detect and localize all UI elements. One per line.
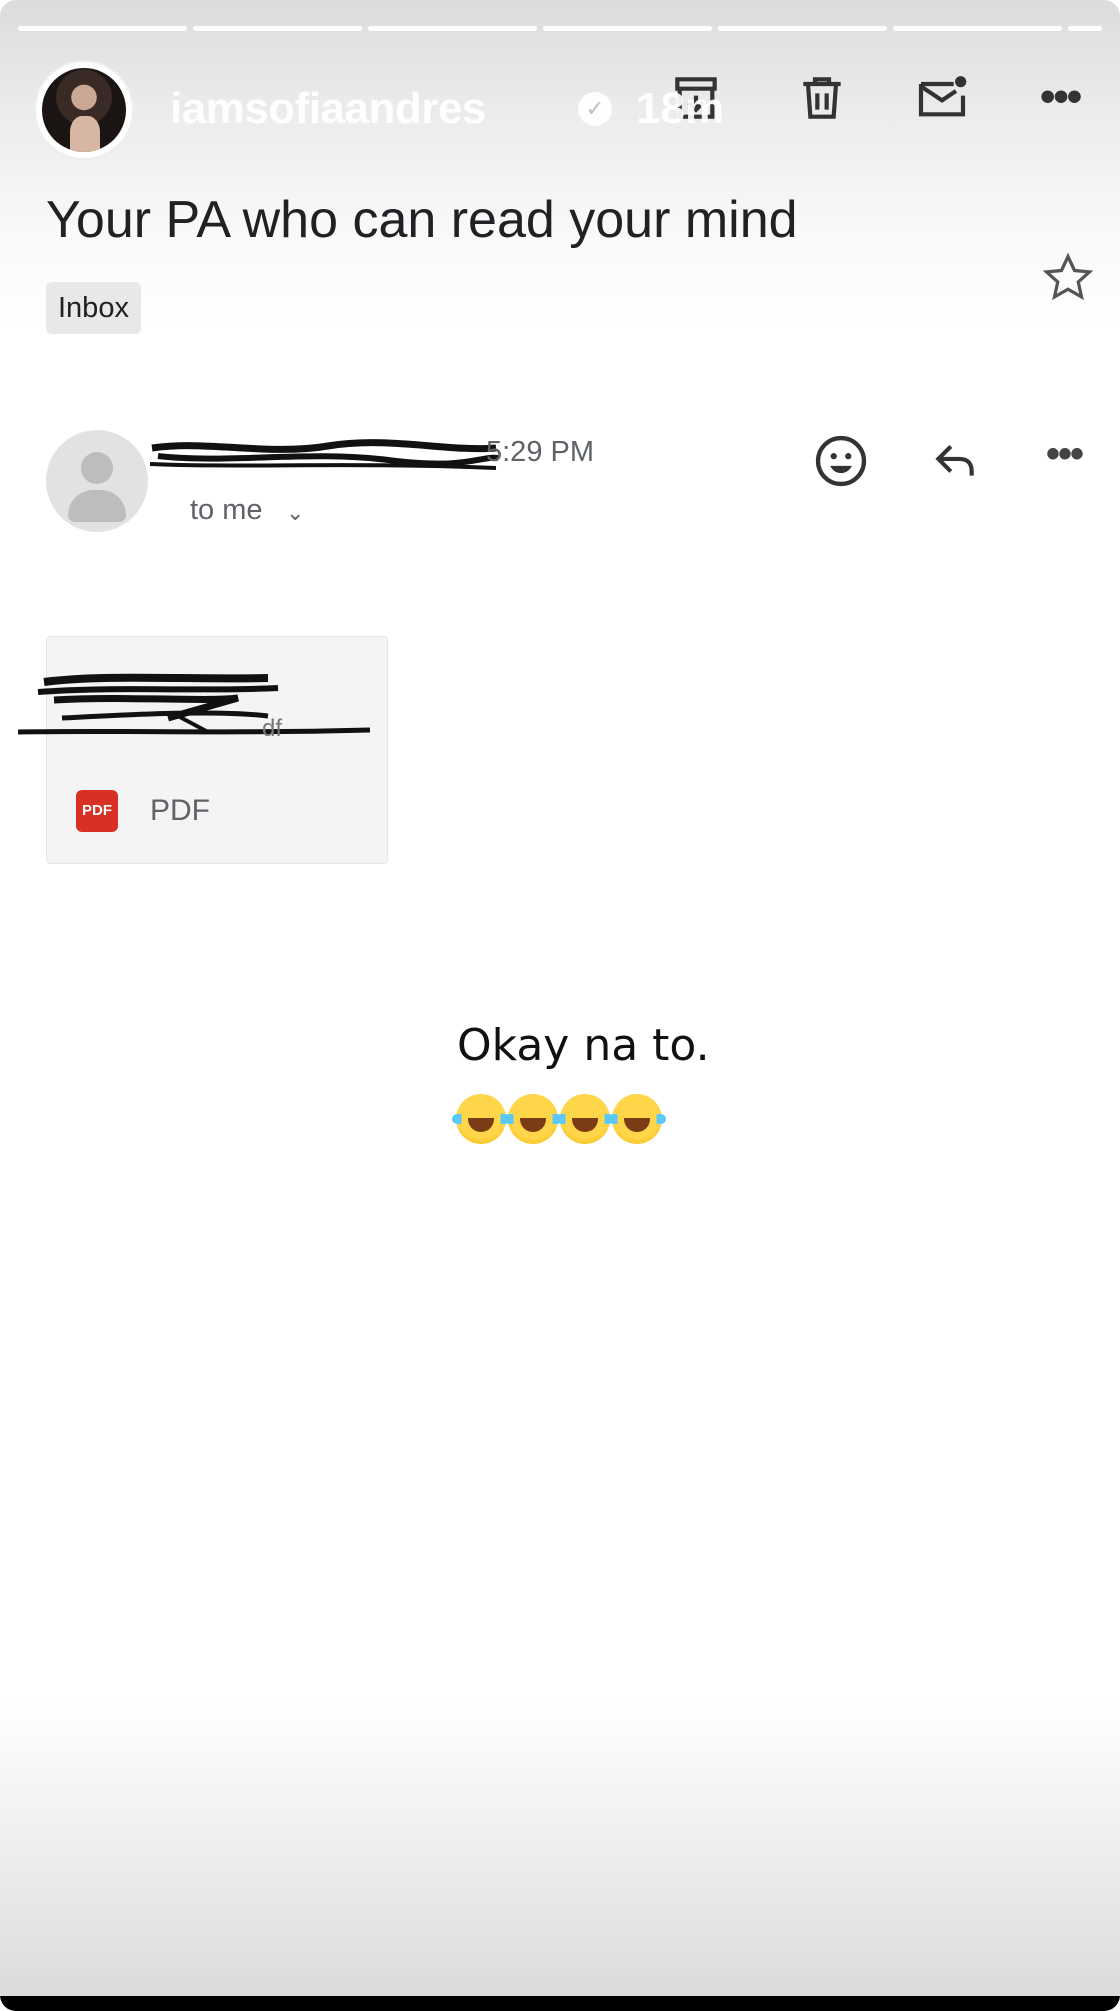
progress-segment: [718, 26, 888, 31]
svg-text:df: df: [262, 715, 282, 742]
star-icon[interactable]: [1040, 250, 1096, 306]
story-progress: [18, 26, 1102, 32]
progress-segment: [543, 26, 713, 31]
tears-of-joy-emoji-icon: [452, 1094, 510, 1144]
tears-of-joy-emoji-icon: [504, 1094, 562, 1144]
progress-segment: [18, 26, 188, 31]
message-more-icon[interactable]: •••: [1046, 432, 1084, 477]
verified-badge-icon: ✓: [578, 92, 612, 126]
story-timestamp: 18m: [636, 84, 725, 133]
laughing-emoji-group: [452, 1094, 666, 1150]
tears-of-joy-emoji-icon: [556, 1094, 614, 1144]
attachment-name-redacted: df: [18, 673, 371, 742]
story-caption: Okay na to.: [457, 1020, 710, 1071]
sender-name-redacted: [149, 439, 498, 470]
story-username[interactable]: iamsofiaandres: [170, 84, 486, 134]
progress-segment: [893, 26, 1063, 31]
emoji-react-icon[interactable]: [812, 432, 870, 490]
trash-icon[interactable]: [794, 70, 850, 126]
progress-segment: [368, 26, 538, 31]
tears-of-joy-emoji-icon: [608, 1094, 666, 1144]
bottom-gradient: [0, 1700, 1120, 2011]
mark-unread-icon[interactable]: [914, 70, 970, 126]
inbox-label[interactable]: Inbox: [46, 282, 141, 334]
attachment-type: PDF: [150, 794, 210, 827]
sent-time: 5:29 PM: [486, 436, 594, 468]
more-options-icon[interactable]: •••: [1040, 72, 1082, 122]
pdf-file-icon: PDF: [76, 790, 118, 832]
bottom-edge: [0, 1996, 1120, 2011]
chevron-down-icon[interactable]: ⌄: [286, 500, 304, 526]
top-gradient: [0, 0, 1120, 330]
sender-avatar[interactable]: [46, 430, 148, 532]
progress-segment: [193, 26, 363, 31]
progress-segment-current: [1068, 26, 1102, 31]
reply-icon[interactable]: [928, 436, 982, 486]
email-subject: Your PA who can read your mind: [46, 191, 798, 249]
story-avatar-image: [42, 68, 126, 152]
story-frame: ••• iamsofiaandres ✓ 18m Your PA who can…: [0, 0, 1120, 2011]
recipient-details[interactable]: to me: [190, 494, 263, 527]
